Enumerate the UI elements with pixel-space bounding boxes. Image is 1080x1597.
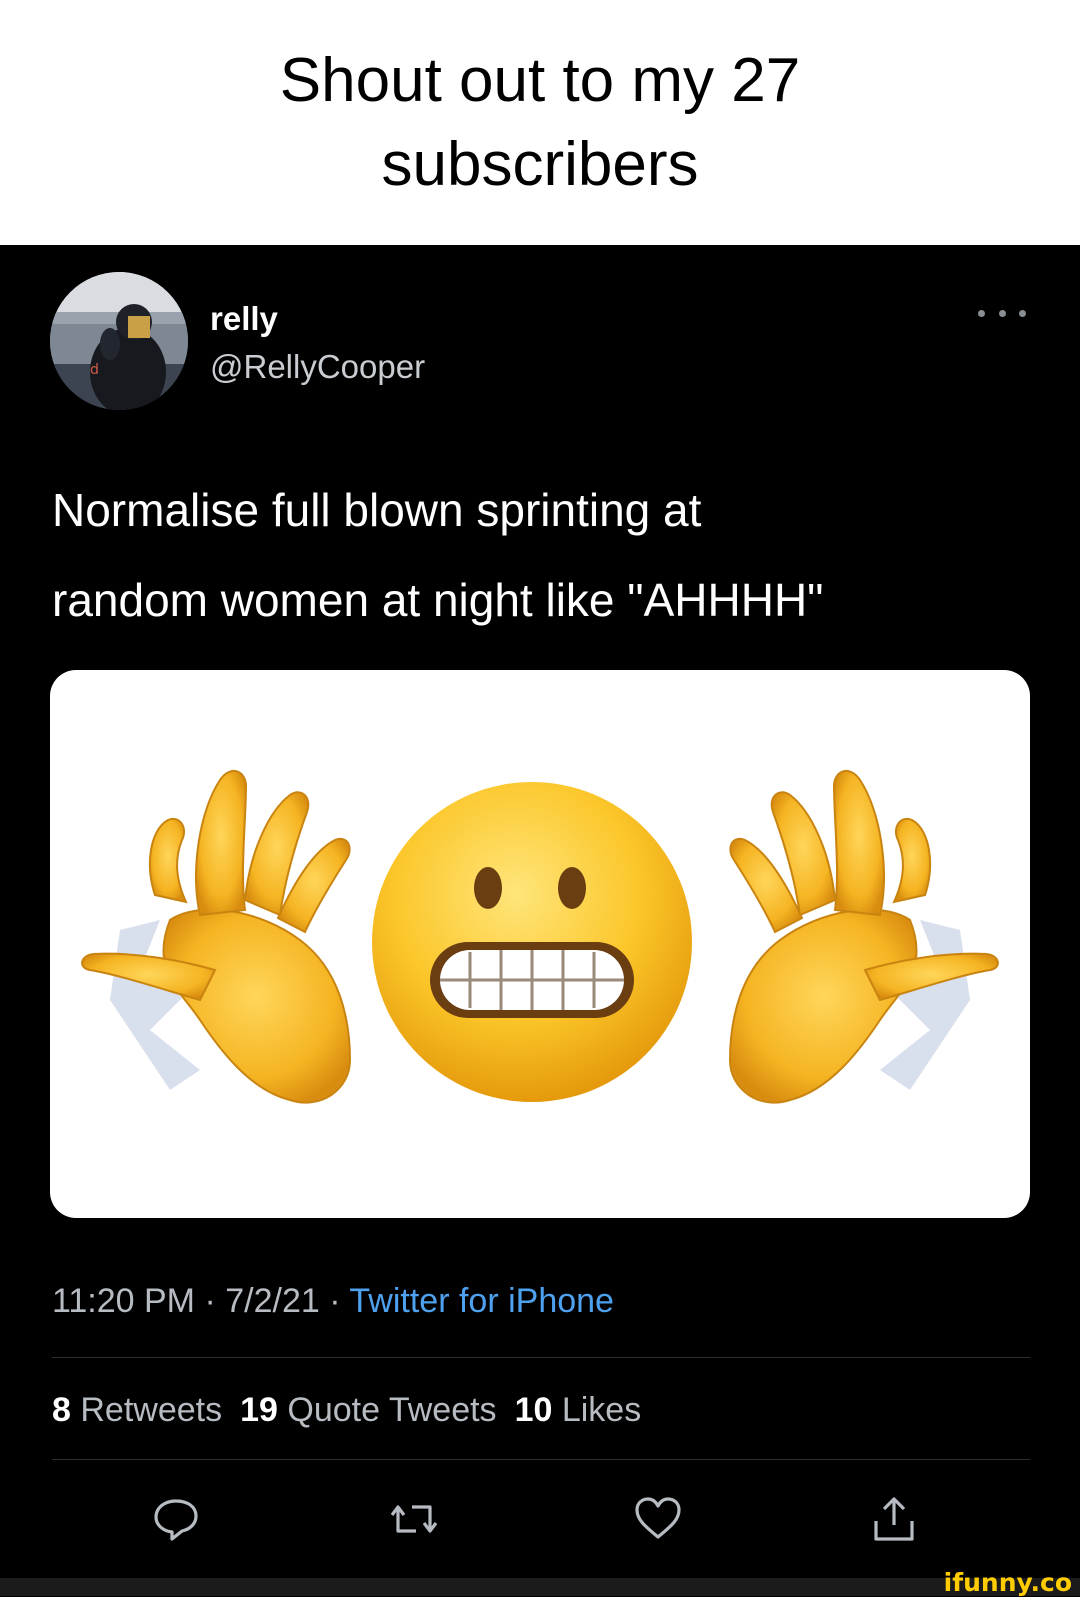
svg-text:d: d: [90, 362, 99, 378]
divider: [52, 1357, 1030, 1358]
quote-tweets-count: 19: [240, 1391, 278, 1429]
retweets-count: 8: [52, 1391, 71, 1429]
caption-text: Shout out to my 27 subscribers: [160, 39, 920, 207]
grimacing-face-emoji: [372, 782, 692, 1102]
separator-dot: ·: [204, 1282, 226, 1320]
dot: [1019, 309, 1026, 317]
quote-tweets-stat[interactable]: 19 Quote Tweets: [240, 1391, 496, 1430]
grimacing-face-hands-illustration: [81, 770, 999, 1104]
tweet-source-link[interactable]: Twitter for iPhone: [349, 1282, 614, 1320]
user-handle[interactable]: @RellyCooper: [210, 348, 425, 386]
tweet-date: 7/2/21: [225, 1282, 320, 1320]
meme-caption: Shout out to my 27 subscribers: [0, 0, 1080, 245]
more-options-icon[interactable]: [978, 301, 1026, 325]
footer-bar: [0, 1578, 1080, 1596]
retweet-icon[interactable]: [388, 1493, 440, 1545]
tweet-text-line-1: Normalise full blown sprinting at: [52, 484, 702, 536]
likes-label: Likes: [561, 1391, 642, 1429]
avatar[interactable]: d: [50, 272, 188, 410]
dot: [998, 309, 1006, 317]
share-icon[interactable]: [868, 1493, 920, 1545]
dot: [978, 309, 985, 317]
tweet-card: d relly @RellyCooper Normalise full blow…: [0, 245, 1080, 1596]
divider: [52, 1459, 1030, 1460]
tweet-actions: [0, 1493, 1080, 1553]
tweet-time: 11:20 PM: [52, 1282, 196, 1320]
retweets-stat[interactable]: 8 Retweets: [52, 1391, 222, 1430]
ifunny-watermark: ifunny.co: [943, 1568, 1072, 1597]
caption-line-1: Shout out to my 27: [279, 45, 801, 115]
tweet-metadata: 11:20 PM · 7/2/21 · Twitter for iPhone: [52, 1282, 614, 1321]
retweets-label: Retweets: [80, 1391, 223, 1429]
heart-icon[interactable]: [632, 1493, 684, 1545]
tweet-media-image[interactable]: [50, 670, 1030, 1218]
avatar-image: d: [50, 272, 188, 410]
caption-line-2: subscribers: [381, 129, 699, 199]
tweet-stats: 8 Retweets 19 Quote Tweets 10 Likes: [52, 1391, 641, 1430]
tweet-text-line-2: random women at night like "AHHHH": [52, 574, 824, 626]
quote-tweets-label: Quote Tweets: [287, 1391, 497, 1429]
reply-icon[interactable]: [150, 1493, 202, 1545]
tweet-text: Normalise full blown sprinting at random…: [52, 465, 992, 645]
likes-stat[interactable]: 10 Likes: [515, 1391, 642, 1430]
likes-count: 10: [514, 1391, 553, 1429]
display-name[interactable]: relly: [210, 300, 278, 338]
separator-dot: ·: [329, 1282, 350, 1320]
